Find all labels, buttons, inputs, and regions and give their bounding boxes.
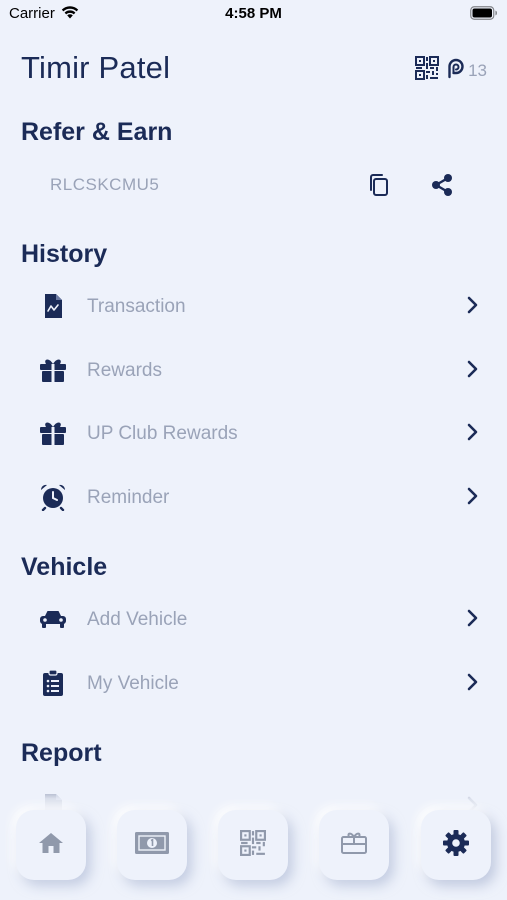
chevron-right-icon: [466, 423, 478, 446]
share-icon[interactable]: [429, 172, 455, 203]
gift-icon: [38, 419, 68, 447]
qr-code-icon: [240, 829, 266, 861]
gift-card-icon: [340, 831, 368, 860]
report-section-title: Report: [21, 739, 102, 767]
car-icon: [38, 605, 68, 633]
copy-icon[interactable]: [367, 172, 391, 203]
menu-item-transaction[interactable]: Transaction: [38, 286, 478, 326]
home-icon: [37, 831, 65, 860]
vehicle-section-title: Vehicle: [21, 553, 108, 581]
money-icon: [134, 830, 170, 861]
history-section-title: History: [21, 240, 108, 268]
menu-item-label: UP Club Rewards: [87, 423, 238, 444]
tab-gift-card[interactable]: [319, 810, 389, 880]
chevron-right-icon: [466, 487, 478, 510]
chevron-right-icon: [466, 673, 478, 696]
receipt-icon: [38, 292, 68, 320]
referral-code: RLCSKCMU5: [50, 175, 160, 194]
gear-icon: [442, 829, 470, 862]
referral-code-row: RLCSKCMU5: [50, 172, 470, 202]
qr-code-icon[interactable]: [415, 56, 440, 85]
menu-item-add-vehicle[interactable]: Add Vehicle: [38, 599, 478, 639]
menu-item-label: Reminder: [87, 487, 170, 508]
tab-settings[interactable]: [421, 810, 491, 880]
menu-item-rewards[interactable]: Rewards: [38, 350, 478, 390]
points-logo-icon: [447, 57, 465, 84]
status-bar: Carrier 4:58 PM: [0, 0, 507, 28]
menu-item-label: Rewards: [87, 360, 162, 381]
tab-scan[interactable]: [218, 810, 288, 880]
clock-time: 4:58 PM: [225, 5, 282, 22]
tab-payments[interactable]: [117, 810, 187, 880]
menu-item-my-vehicle[interactable]: My Vehicle: [38, 663, 478, 703]
header-actions: 13: [415, 56, 487, 85]
alarm-clock-icon: [38, 483, 68, 511]
tab-home[interactable]: [16, 810, 86, 880]
menu-item-label: Transaction: [87, 296, 186, 317]
profile-header: Timir Patel 13: [21, 50, 491, 90]
clipboard-list-icon: [38, 669, 68, 697]
chevron-right-icon: [466, 609, 478, 632]
bottom-tab-bar: [0, 810, 507, 886]
points-balance: 13: [468, 60, 487, 80]
menu-item-label: My Vehicle: [87, 673, 179, 694]
gift-icon: [38, 356, 68, 384]
menu-item-label: Add Vehicle: [87, 609, 188, 630]
chevron-right-icon: [466, 296, 478, 319]
refer-section-title: Refer & Earn: [21, 118, 173, 146]
chevron-right-icon: [466, 360, 478, 383]
menu-item-up-club-rewards[interactable]: UP Club Rewards: [38, 413, 478, 453]
battery-icon: [470, 6, 498, 24]
menu-item-reminder[interactable]: Reminder: [38, 477, 478, 517]
